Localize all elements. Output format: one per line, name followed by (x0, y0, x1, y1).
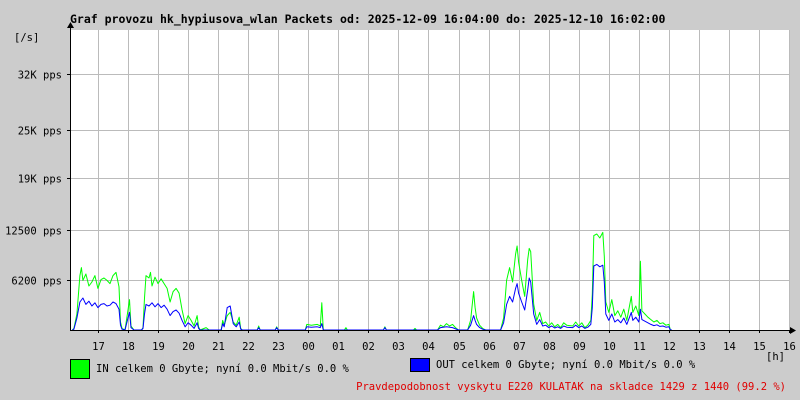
x-tick-label: 15 (753, 341, 766, 353)
y-tick-label: 25K pps (18, 126, 62, 138)
x-axis-arrow (790, 327, 796, 334)
x-tick-label: 09 (573, 341, 586, 353)
x-tick-label: 14 (723, 341, 736, 353)
probability-note: Pravdepodobnost vyskytu E220 KULATAK na … (356, 381, 786, 393)
x-tick-label: 21 (212, 341, 225, 353)
x-tick-label: 11 (633, 341, 646, 353)
x-tick-label: 18 (122, 341, 135, 353)
x-tick-label: 03 (392, 341, 405, 353)
y-axis-label: [/s] (14, 32, 39, 44)
x-tick-label: 17 (92, 341, 105, 353)
legend-in: IN celkem 0 Gbyte; nyní 0.0 Mbit/s 0.0 % (70, 359, 349, 379)
x-tick-label: 06 (483, 341, 496, 353)
x-tick-label: 20 (182, 341, 195, 353)
y-tick-label: 32K pps (18, 70, 62, 82)
x-tick-label: 16 (783, 341, 796, 353)
y-tick-label: 6200 pps (11, 276, 62, 288)
x-tick-label: 13 (693, 341, 706, 353)
x-tick-label: 23 (272, 341, 285, 353)
x-tick-label: 19 (152, 341, 165, 353)
legend-out-swatch (410, 358, 430, 372)
legend-in-swatch (70, 359, 90, 379)
x-tick-label: 01 (332, 341, 345, 353)
x-tick-label: 07 (513, 341, 526, 353)
x-tick-label: 08 (543, 341, 556, 353)
x-tick-label: 02 (362, 341, 375, 353)
x-tick-label: 04 (422, 341, 435, 353)
x-axis-label: [h] (766, 351, 785, 363)
traffic-chart: 17 18 19 20 21 22 23 00 01 02 03 04 05 06 07 08 09 10 11 12… (5, 22, 796, 363)
x-tick-label: 00 (302, 341, 315, 353)
legend-in-label: IN celkem 0 Gbyte; nyní 0.0 Mbit/s 0.0 % (96, 363, 349, 375)
y-axis-arrow (67, 22, 74, 28)
x-tick-label: 12 (663, 341, 676, 353)
y-tick-label: 12500 pps (5, 226, 62, 238)
x-tick-label: 05 (453, 341, 466, 353)
y-tick-label: 19K pps (18, 174, 62, 186)
legend-out-label: OUT celkem 0 Gbyte; nyní 0.0 Mbit/s 0.0 … (436, 359, 696, 371)
legend-out: OUT celkem 0 Gbyte; nyní 0.0 Mbit/s 0.0 … (410, 358, 695, 372)
x-tick-label: 22 (242, 341, 255, 353)
x-tick-label: 10 (603, 341, 616, 353)
